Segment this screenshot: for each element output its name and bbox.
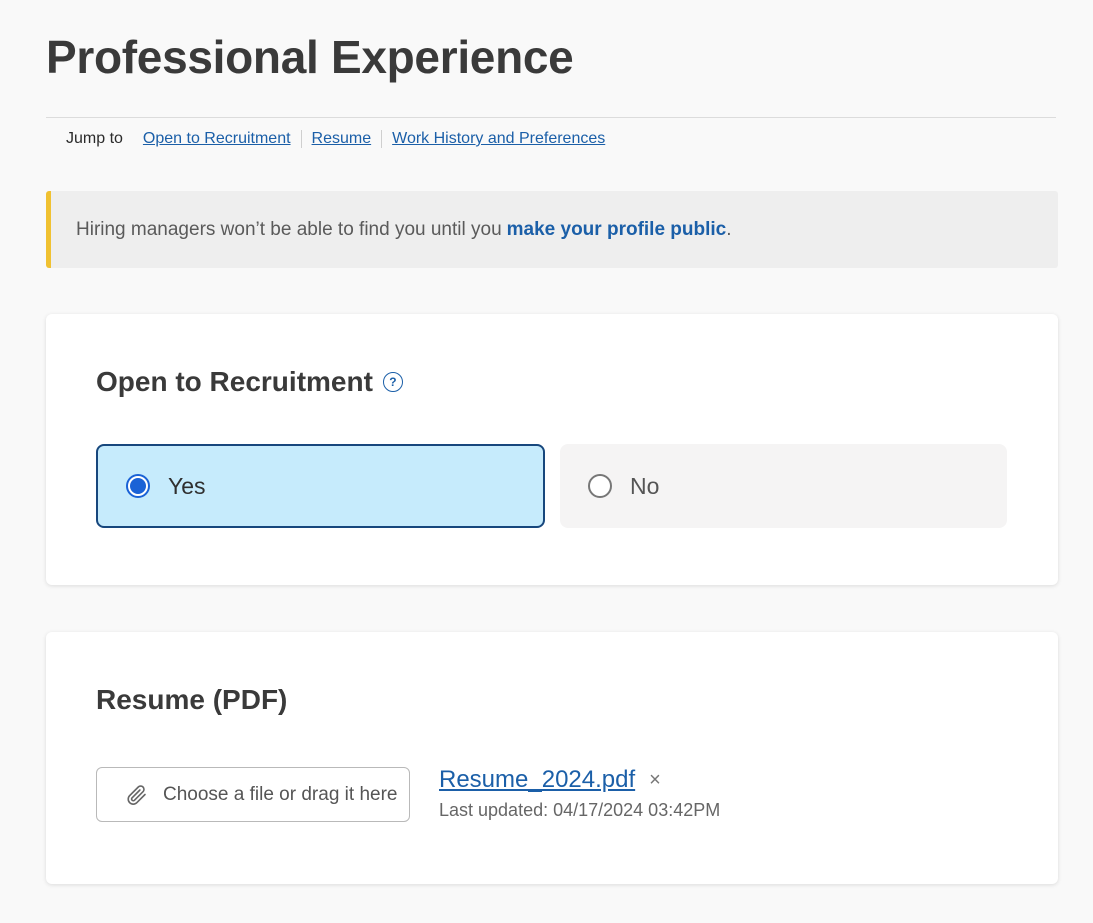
alert-text: Hiring managers won’t be able to find yo… bbox=[76, 218, 502, 240]
jump-separator bbox=[300, 130, 302, 148]
radio-option-no[interactable]: No bbox=[560, 444, 1007, 528]
jump-separator bbox=[381, 130, 383, 148]
heading-text: Open to Recruitment bbox=[96, 366, 373, 397]
open-to-recruitment-heading: Open to Recruitment ? bbox=[96, 366, 403, 398]
divider bbox=[46, 117, 1056, 118]
radio-selected-icon[interactable] bbox=[126, 474, 150, 498]
jump-to-label: Jump to bbox=[66, 130, 123, 147]
profile-visibility-alert: Hiring managers won’t be able to find yo… bbox=[46, 191, 1058, 268]
jump-link-open-to-recruitment[interactable]: Open to Recruitment bbox=[143, 130, 291, 148]
make-profile-public-link[interactable]: make your profile public bbox=[507, 219, 727, 241]
jump-to-nav: Jump to Open to Recruitment Resume Work … bbox=[66, 130, 605, 148]
page: Professional Experience Jump to Open to … bbox=[0, 0, 1093, 923]
jump-link-resume[interactable]: Resume bbox=[312, 130, 372, 148]
resume-card: Resume (PDF) Choose a file or drag it he… bbox=[46, 632, 1058, 884]
file-upload-button[interactable]: Choose a file or drag it here bbox=[96, 767, 410, 822]
radio-label-yes: Yes bbox=[168, 472, 206, 499]
radio-option-yes[interactable]: Yes bbox=[96, 444, 545, 528]
radio-label-no: No bbox=[630, 472, 660, 499]
resume-heading: Resume (PDF) bbox=[96, 684, 288, 715]
question-circle-icon[interactable]: ? bbox=[382, 372, 403, 392]
resume-file-link[interactable]: Resume_2024.pdf bbox=[439, 766, 635, 794]
paperclip-icon bbox=[127, 784, 146, 805]
alert-suffix: . bbox=[726, 218, 732, 240]
open-to-recruitment-card: Open to Recruitment ? Yes No bbox=[46, 314, 1058, 585]
remove-file-icon[interactable]: × bbox=[649, 769, 661, 792]
radio-dot bbox=[130, 478, 146, 494]
radio-unselected-icon[interactable] bbox=[588, 474, 612, 498]
file-upload-label: Choose a file or drag it here bbox=[163, 783, 398, 805]
page-title: Professional Experience bbox=[46, 31, 574, 83]
file-row: Resume_2024.pdf × bbox=[439, 766, 720, 794]
uploaded-file-info: Resume_2024.pdf × Last updated: 04/17/20… bbox=[439, 766, 720, 821]
last-updated-text: Last updated: 04/17/2024 03:42PM bbox=[439, 800, 721, 820]
jump-link-work-history[interactable]: Work History and Preferences bbox=[392, 130, 605, 148]
